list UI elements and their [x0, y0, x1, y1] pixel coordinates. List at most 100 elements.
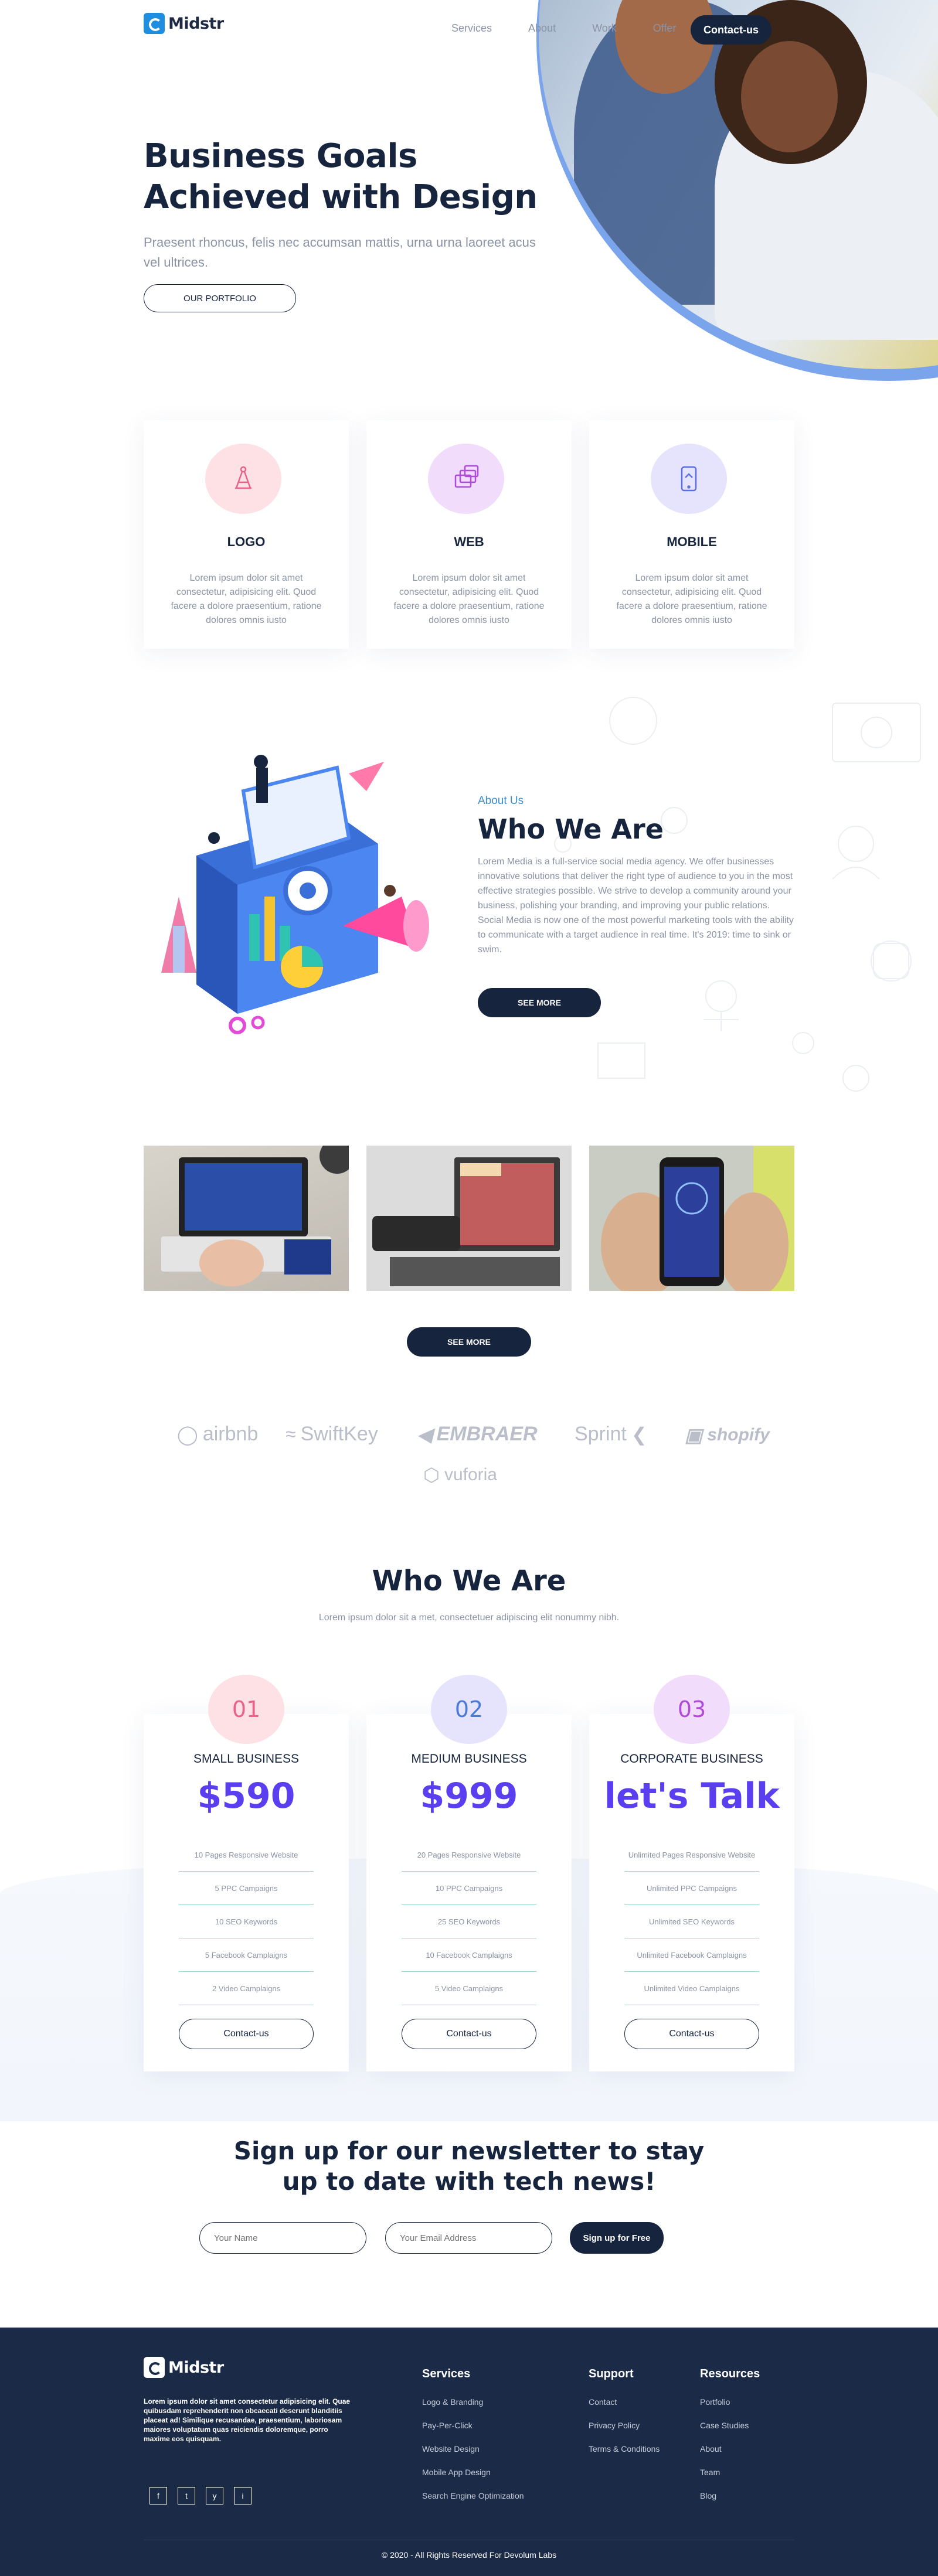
plan-feature: Unlimited SEO Keywords [624, 1905, 759, 1938]
plan-price: let's Talk [604, 1776, 780, 1817]
plan-name: SMALL BUSINESS [193, 1752, 300, 1766]
plan-contact-button[interactable]: Contact-us [624, 2019, 759, 2049]
facebook-icon[interactable]: f [149, 2487, 167, 2505]
airbnb-icon: ◯ [177, 1423, 198, 1445]
instagram-icon[interactable]: i [234, 2487, 252, 2505]
twitter-icon[interactable]: t [178, 2487, 195, 2505]
plan-contact-button[interactable]: Contact-us [179, 2019, 314, 2049]
footer-link[interactable]: Mobile App Design [422, 2468, 524, 2477]
portfolio-image-ideas [366, 1146, 572, 1291]
brand-logo-embraer: ◀ EMBRAER [417, 1423, 538, 1446]
footer-link[interactable]: Pay-Per-Click [422, 2421, 524, 2430]
plan-feature: 10 Pages Responsive Website [179, 1838, 314, 1872]
plan-feature: Unlimited Video Camplaigns [624, 1972, 759, 2005]
portfolio-item-ideas[interactable] [366, 1146, 572, 1291]
footer-link[interactable]: Case Studies [700, 2421, 760, 2430]
service-title: MOBILE [667, 534, 717, 549]
service-title: LOGO [227, 534, 266, 549]
footer-link[interactable]: Logo & Branding [422, 2397, 524, 2407]
plan-card-medium-business: 02 MEDIUM BUSINESS $999 20 Pages Respons… [366, 1675, 572, 2071]
social-links: f t y i [149, 2487, 252, 2505]
youtube-icon[interactable]: y [206, 2487, 223, 2505]
logo-mark-icon [144, 13, 165, 34]
brand-logo-shopify: ▣ shopify [685, 1424, 770, 1446]
footer-col-resources: Resources Portfolio Case Studies About T… [700, 2367, 760, 2514]
mobile-icon [651, 444, 727, 514]
brand-name: SwiftKey [300, 1423, 378, 1445]
newsletter-email-input[interactable] [385, 2222, 552, 2254]
service-card-logo: LOGO Lorem ipsum dolor sit amet consecte… [144, 420, 349, 649]
plan-feature: 2 Video Camplaigns [179, 1972, 314, 2005]
nav-links: Services About Work Offer [451, 22, 712, 35]
portfolio-item-laptop[interactable] [144, 1146, 349, 1291]
plan-name: CORPORATE BUSINESS [620, 1752, 763, 1766]
service-text: Lorem ipsum dolor sit amet consectetur, … [616, 573, 767, 625]
nav-link-work[interactable]: Work [592, 22, 617, 35]
plan-feature-list: Unlimited Pages Responsive Website Unlim… [624, 1838, 759, 2005]
vuforia-icon: ⬡ [423, 1464, 440, 1485]
footer: Midstr Lorem ipsum dolor sit amet consec… [0, 2328, 938, 2576]
footer-link[interactable]: Search Engine Optimization [422, 2491, 524, 2500]
footer-link[interactable]: Contact [589, 2397, 660, 2407]
service-card-mobile: MOBILE Lorem ipsum dolor sit amet consec… [589, 420, 794, 649]
brand-name: shopify [707, 1425, 770, 1444]
brand-logo-swiftkey: ≈ SwiftKey [286, 1423, 378, 1446]
footer-link[interactable]: About [700, 2444, 760, 2454]
plan-number: 03 [654, 1675, 730, 1744]
footer-link[interactable]: Website Design [422, 2444, 524, 2454]
plan-feature: Unlimited Pages Responsive Website [624, 1838, 759, 1872]
portfolio-image-laptop [161, 1146, 349, 1286]
newsletter-title-text: Sign up for our newsletter to stay up to… [233, 2137, 705, 2196]
nav-link-offer[interactable]: Offer [653, 22, 677, 35]
plan-feature: 20 Pages Responsive Website [402, 1838, 536, 1872]
footer-col-support: Support Contact Privacy Policy Terms & C… [589, 2367, 660, 2468]
footer-col-title: Services [422, 2367, 471, 2380]
brand-logo-vuforia: ⬡ vuforia [423, 1464, 497, 1486]
plan-feature-list: 10 Pages Responsive Website 5 PPC Campai… [179, 1838, 314, 2005]
footer-link[interactable]: Terms & Conditions [589, 2444, 660, 2454]
hero-title: Business Goals Achieved with Design [144, 137, 538, 216]
service-card-web: WEB Lorem ipsum dolor sit amet consectet… [366, 420, 572, 649]
about-kicker: About Us [478, 795, 524, 807]
plan-price: $999 [420, 1776, 518, 1817]
footer-col-title: Support [589, 2367, 634, 2380]
contact-us-button[interactable]: Contact-us [691, 15, 772, 45]
plan-name: MEDIUM BUSINESS [411, 1752, 527, 1766]
brand-name: vuforia [444, 1465, 497, 1484]
footer-link[interactable]: Portfolio [700, 2397, 760, 2407]
copyright: © 2020 - All Rights Reserved For Devolum… [381, 2550, 557, 2560]
footer-link[interactable]: Blog [700, 2491, 760, 2500]
footer-link[interactable]: Privacy Policy [589, 2421, 660, 2430]
plan-feature: 5 PPC Campaigns [179, 1872, 314, 1905]
nav-link-about[interactable]: About [528, 22, 556, 35]
swiftkey-icon: ≈ [286, 1423, 296, 1444]
portfolio-item-phone[interactable] [589, 1146, 794, 1291]
about-see-more-button[interactable]: SEE MORE [478, 988, 601, 1017]
brand-logo[interactable]: Midstr [144, 13, 224, 34]
plan-feature-list: 20 Pages Responsive Website 10 PPC Campa… [402, 1838, 536, 2005]
embraer-icon: ◀ [417, 1423, 432, 1445]
plan-number: 01 [208, 1675, 284, 1744]
brand-name: EMBRAER [436, 1423, 538, 1445]
plan-feature: Unlimited PPC Campaigns [624, 1872, 759, 1905]
pricing-title: Who We Are [372, 1565, 566, 1597]
marketing-illustration [161, 755, 429, 1034]
plan-feature: 10 PPC Campaigns [402, 1872, 536, 1905]
plan-feature: Unlimited Facebook Camplaigns [624, 1938, 759, 1972]
our-portfolio-button[interactable]: OUR PORTFOLIO [144, 284, 296, 312]
plan-contact-button[interactable]: Contact-us [402, 2019, 536, 2049]
brand-logo-airbnb: ◯ airbnb [177, 1423, 258, 1446]
plan-price: $590 [197, 1776, 295, 1817]
plan-feature: 10 SEO Keywords [179, 1905, 314, 1938]
footer-brand-name: Midstr [168, 2358, 224, 2377]
shopify-bag-icon: ▣ [685, 1425, 703, 1446]
footer-link[interactable]: Team [700, 2468, 760, 2477]
top-nav: Midstr Services About Work Offer Contact… [0, 0, 938, 59]
nav-link-services[interactable]: Services [451, 22, 492, 35]
pricing-subtitle: Lorem ipsum dolor sit a met, consectetue… [318, 1613, 620, 1623]
portfolio-see-more-button[interactable]: SEE MORE [407, 1327, 531, 1357]
footer-logo[interactable]: Midstr [144, 2357, 224, 2378]
newsletter-name-input[interactable] [199, 2222, 366, 2254]
about-text: Lorem Media is a full-service social med… [478, 857, 794, 955]
newsletter-signup-button[interactable]: Sign up for Free [570, 2222, 664, 2254]
